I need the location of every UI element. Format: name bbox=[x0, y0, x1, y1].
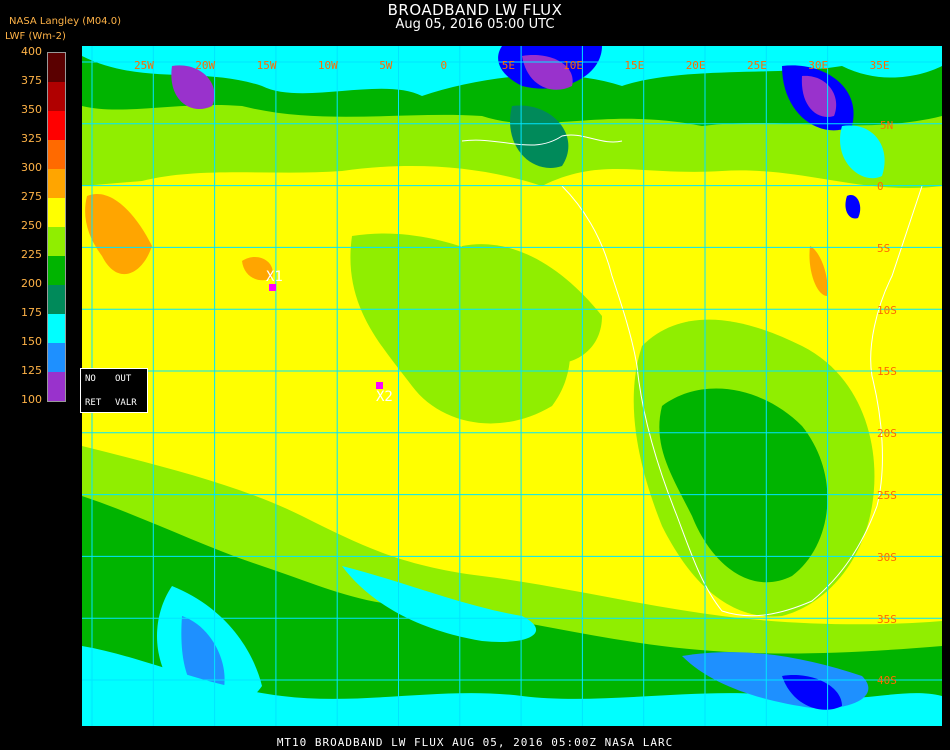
lon-label: 30E bbox=[808, 59, 829, 72]
units-label: LWF (Wm-2) bbox=[5, 31, 66, 42]
lon-label: 10W bbox=[317, 59, 338, 72]
legend-valr: VALR bbox=[115, 398, 137, 408]
colorbar-segment bbox=[48, 140, 65, 169]
lat-label: 0 bbox=[877, 180, 884, 193]
colorbar-segment bbox=[48, 372, 65, 401]
map-subtitle: Aug 05, 2016 05:00 UTC bbox=[395, 17, 555, 32]
colorbar-segment bbox=[48, 111, 65, 140]
marker-x1[interactable] bbox=[269, 284, 276, 291]
colorbar-segment bbox=[48, 53, 65, 82]
colorbar-label: 125 bbox=[21, 364, 42, 377]
lon-label: 20W bbox=[195, 59, 216, 72]
colorbar-segment bbox=[48, 314, 65, 343]
lon-label: 20E bbox=[685, 59, 706, 72]
no-out-ret-legend: NO OUT RET VALR bbox=[80, 368, 148, 413]
legend-ret: RET bbox=[85, 398, 102, 408]
colorbar-label: 375 bbox=[21, 74, 42, 87]
colorbar-segment bbox=[48, 256, 65, 285]
colorbar-segment bbox=[48, 198, 65, 227]
lon-label: 5W bbox=[379, 59, 393, 72]
lat-label: 30S bbox=[877, 550, 897, 564]
lat-label: 25S bbox=[877, 489, 897, 502]
colorbar-label: 300 bbox=[21, 161, 42, 174]
lat-label: 5N bbox=[880, 119, 894, 132]
lon-label: 0 bbox=[440, 59, 448, 72]
lon-label: 25E bbox=[747, 59, 767, 72]
lat-label: 5S bbox=[877, 241, 891, 255]
marker-x1-label: X1 bbox=[266, 269, 283, 285]
colorbar-segment bbox=[48, 169, 65, 198]
colorbar-label: 325 bbox=[21, 132, 42, 145]
marker-x2-label: X2 bbox=[376, 389, 393, 405]
colorbar-segment bbox=[48, 227, 65, 256]
marker-x2[interactable] bbox=[376, 382, 383, 389]
lon-label: 25W bbox=[134, 59, 154, 72]
lat-label: 35S bbox=[877, 612, 897, 626]
colorbar-label: 175 bbox=[21, 306, 42, 319]
colorbar-label: 200 bbox=[21, 277, 42, 290]
colorbar-label: 400 bbox=[21, 45, 42, 58]
lon-label: 5E bbox=[501, 59, 516, 72]
colorbar-label: 225 bbox=[21, 248, 42, 261]
legend-no: NO bbox=[85, 374, 96, 384]
colorbar-label: 150 bbox=[21, 335, 42, 348]
colorbar-segment bbox=[48, 82, 65, 111]
colorbar-label: 100 bbox=[21, 393, 42, 406]
legend-out: OUT bbox=[115, 374, 132, 384]
lon-label: 35E bbox=[869, 59, 890, 72]
lat-label: 10S bbox=[877, 303, 897, 317]
footer-caption: MT10 BROADBAND LW FLUX AUG 05, 2016 05:0… bbox=[276, 736, 674, 749]
lat-label: 15S bbox=[877, 365, 897, 379]
colorbar bbox=[47, 52, 66, 402]
provider-label: NASA Langley (M04.0) bbox=[9, 16, 121, 27]
lon-label: 15E bbox=[624, 59, 645, 72]
map-panel bbox=[82, 46, 942, 726]
lat-label: 20S bbox=[877, 427, 897, 441]
colorbar-label: 275 bbox=[21, 190, 42, 203]
lon-label: 15W bbox=[256, 59, 277, 72]
colorbar-segment bbox=[48, 285, 65, 314]
flux-map bbox=[82, 46, 942, 726]
colorbar-label: 250 bbox=[21, 219, 42, 232]
colorbar-segment bbox=[48, 343, 65, 372]
colorbar-label: 350 bbox=[21, 103, 42, 116]
lat-label: 40S bbox=[877, 674, 897, 688]
lon-label: 10E bbox=[563, 59, 583, 72]
